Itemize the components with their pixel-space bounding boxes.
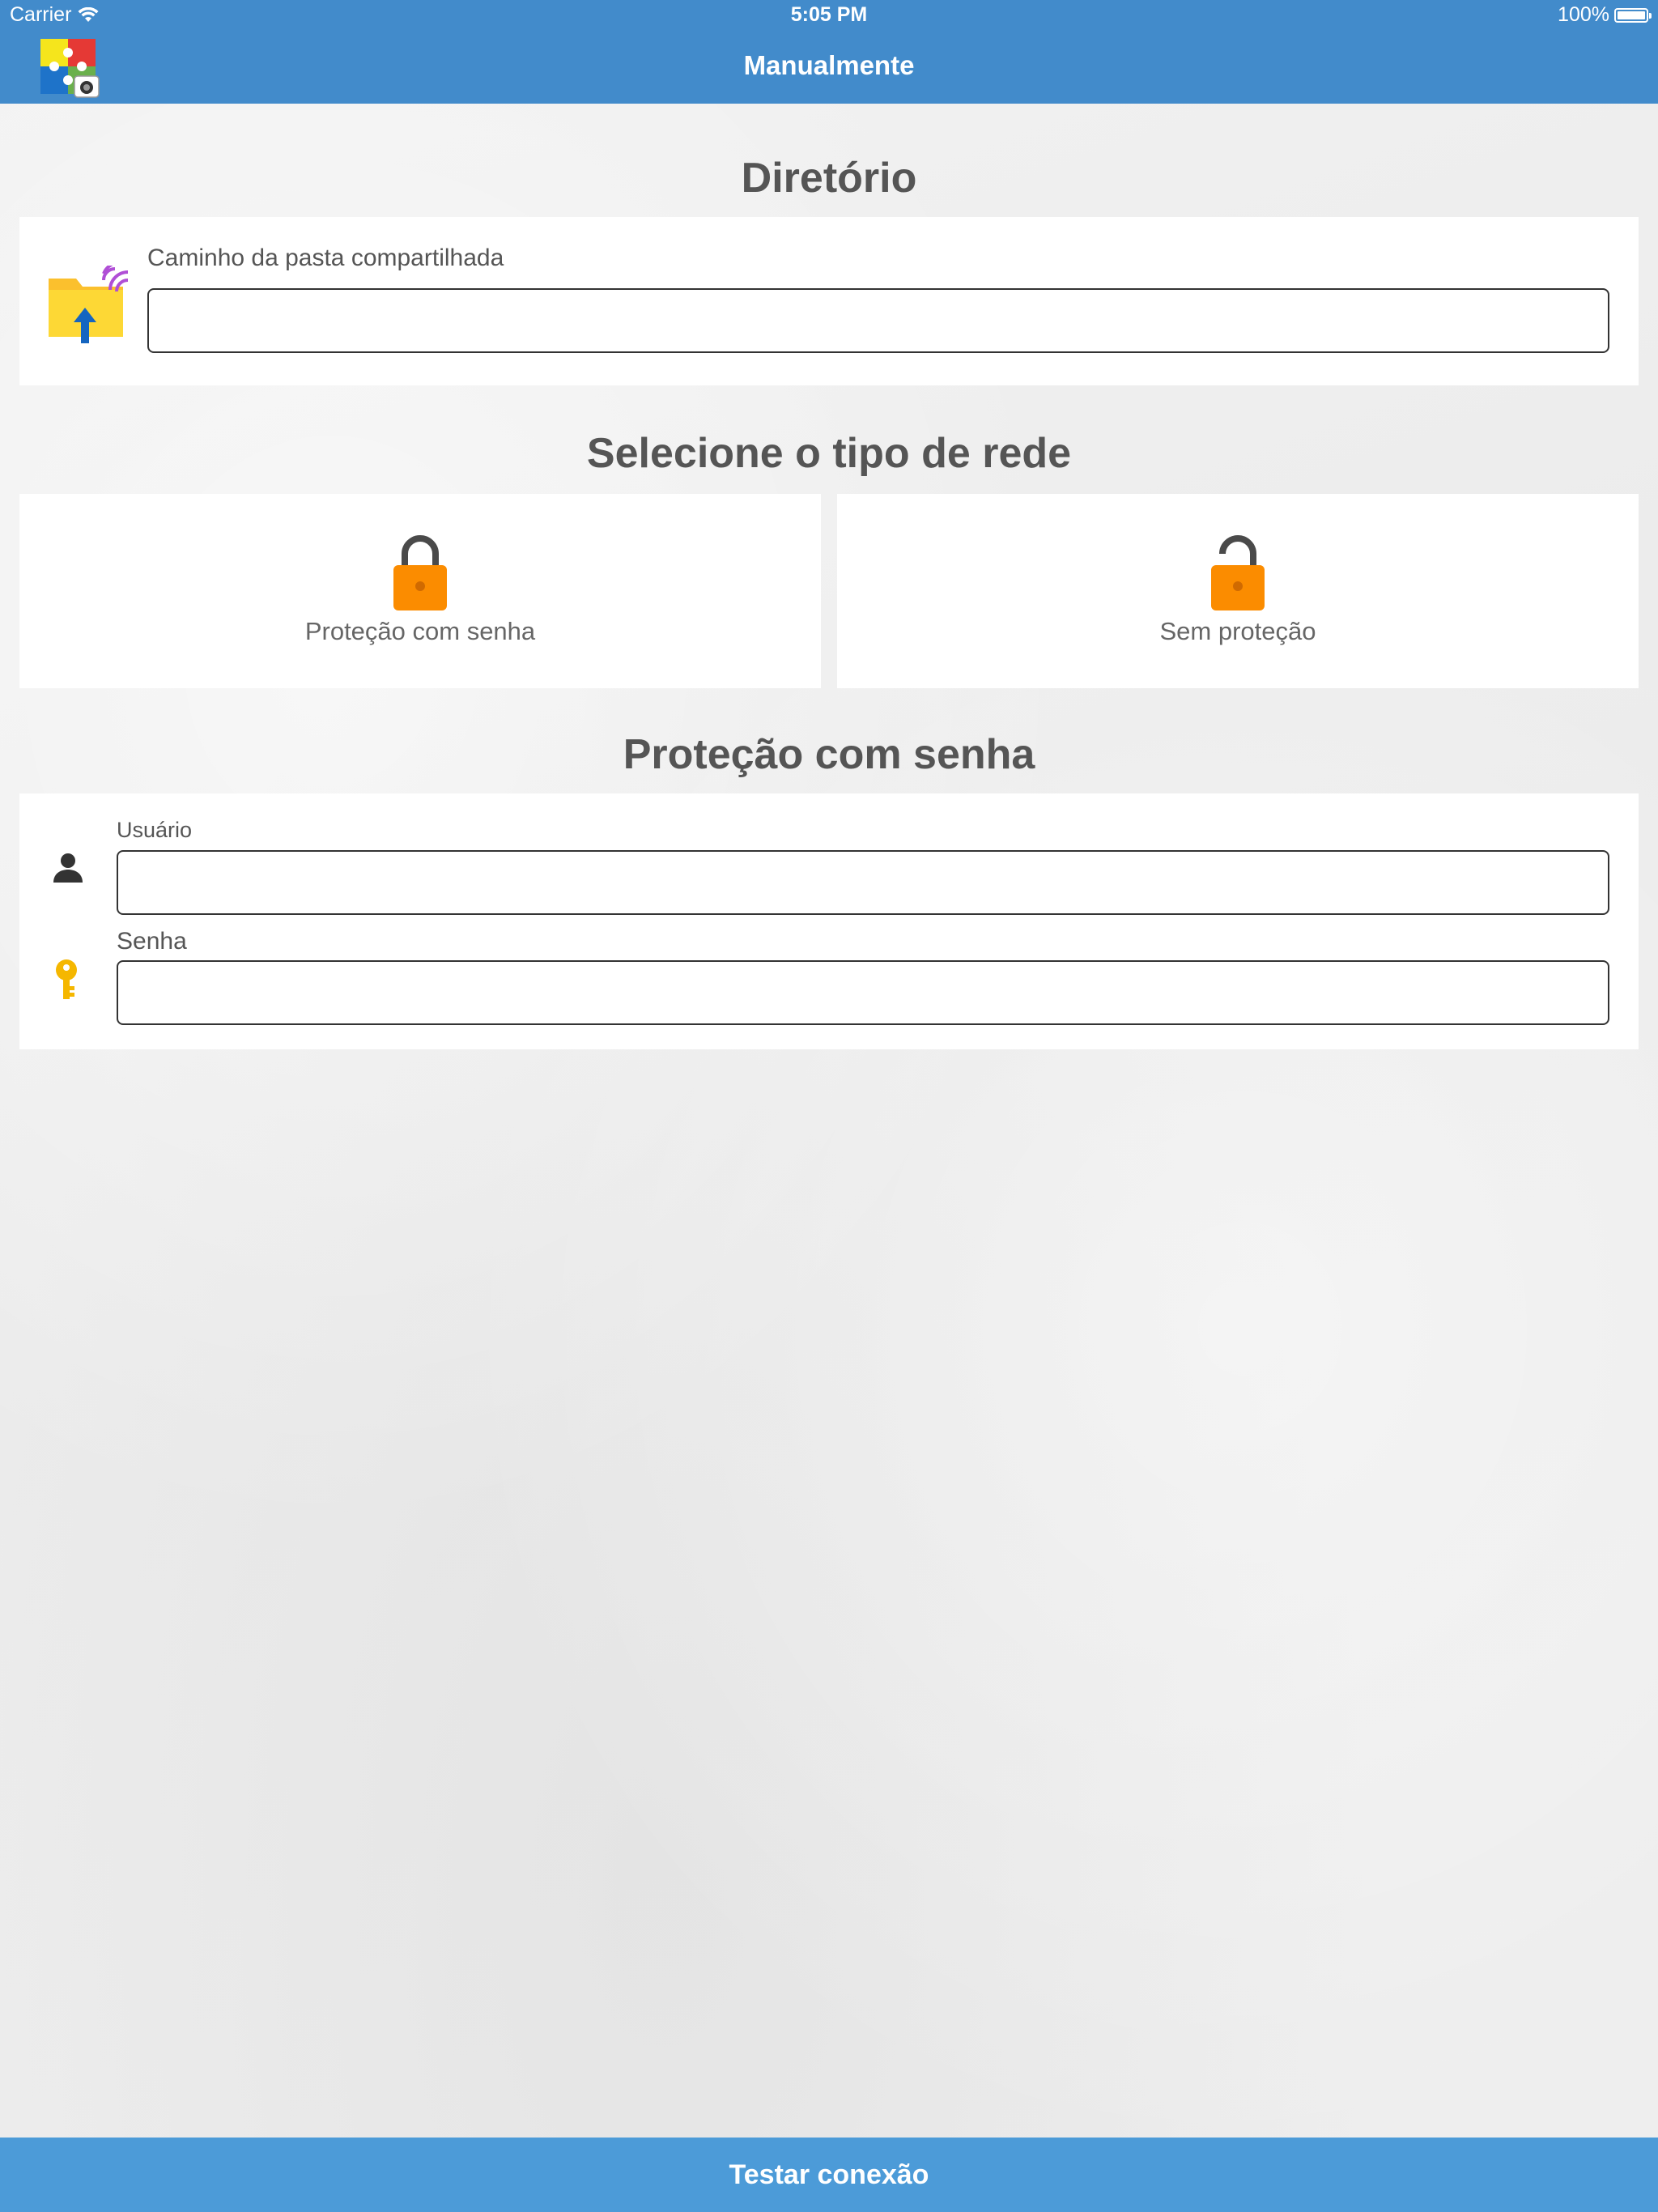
path-input[interactable] [147, 288, 1609, 353]
user-input[interactable] [117, 850, 1609, 915]
status-battery: 100% [1558, 3, 1652, 27]
option-password-label: Proteção com senha [304, 617, 536, 645]
key-icon [56, 959, 77, 999]
credentials-card: Usuário Senha [19, 793, 1639, 1049]
directory-card: Caminho da pasta compartilhada [19, 217, 1639, 385]
password-label: Senha [117, 928, 187, 955]
status-time: 5:05 PM [790, 3, 868, 26]
shared-folder-upload-icon [49, 266, 129, 343]
battery-percent: 100% [1558, 3, 1609, 26]
user-label: Usuário [117, 818, 193, 842]
person-icon [53, 853, 83, 883]
password-input[interactable] [117, 960, 1609, 1025]
lock-closed-icon [393, 535, 447, 610]
top-bar: Carrier 5:05 PM 100% Manualmente [0, 0, 1658, 104]
battery-icon [1614, 7, 1652, 23]
credentials-section-title: Proteção com senha [623, 731, 1035, 778]
path-label: Caminho da pasta compartilhada [147, 245, 504, 271]
test-connection-button[interactable]: Testar conexão [0, 2138, 1658, 2212]
option-no-protection-label: Sem proteção [1159, 617, 1316, 645]
option-no-protection[interactable]: Sem proteção [837, 494, 1639, 688]
network-section-title: Selecione o tipo de rede [586, 430, 1072, 477]
option-password-protected[interactable]: Proteção com senha [19, 494, 821, 688]
directory-section-title: Diretório [741, 155, 917, 202]
lock-open-icon [1211, 535, 1265, 610]
page-title: Manualmente [743, 50, 915, 80]
